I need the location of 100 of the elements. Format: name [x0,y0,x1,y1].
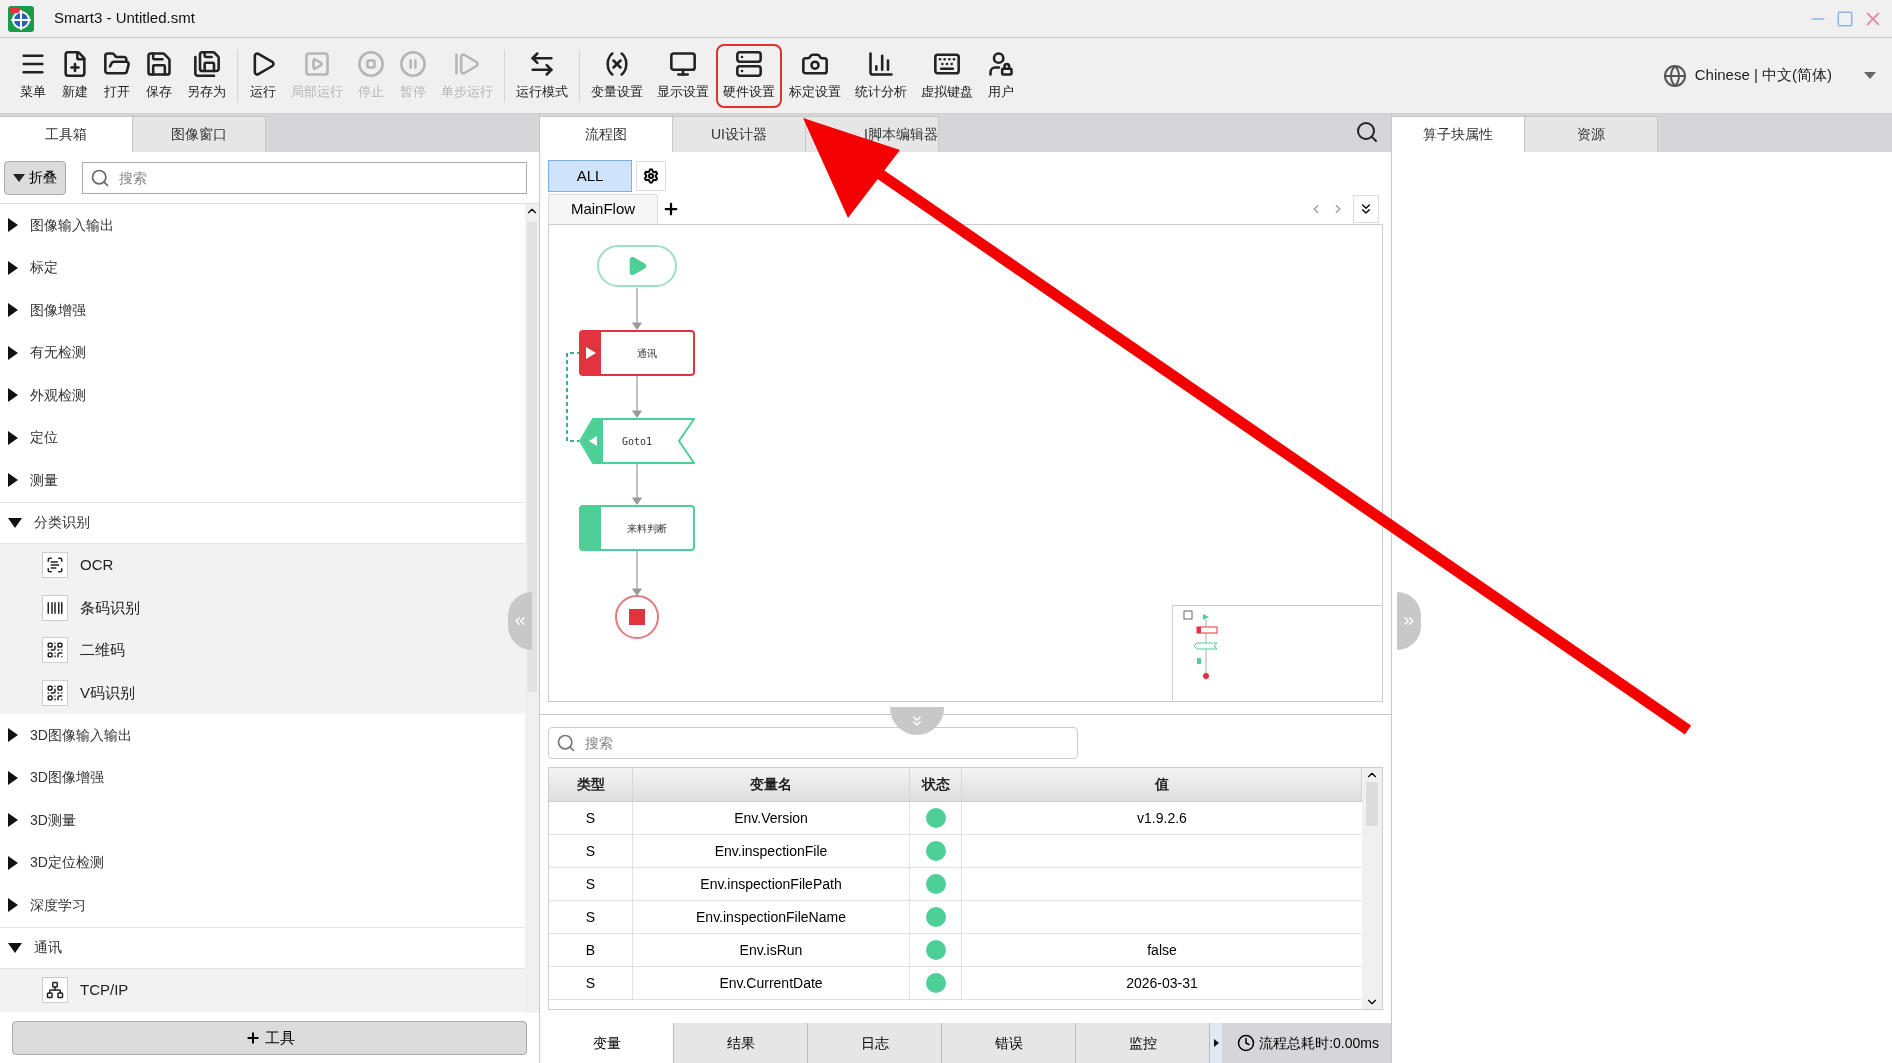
app-logo-icon [8,5,34,32]
flow-tab[interactable]: MainFlow [548,194,658,224]
column-header[interactable]: 变量名 [633,768,910,801]
collapse-button[interactable]: 折叠 [4,160,66,195]
plus-icon [244,1030,261,1046]
table-cell: Env.isRun [633,934,910,966]
tree-item[interactable]: 测量 [0,459,525,502]
monitor-icon [669,49,697,78]
caret-right-icon [8,855,18,870]
arrows-icon [528,49,556,78]
play-square-icon [303,49,331,78]
caret-icon [1864,72,1876,79]
caret-right-icon [8,813,18,828]
caret-right-icon [8,303,18,318]
new-file-icon [61,49,89,78]
scrollbar[interactable] [1362,768,1382,1009]
toolbar-button[interactable]: 虚拟键盘 [914,43,980,108]
tree-item[interactable]: 标定 [0,246,525,289]
tree-item[interactable]: TCP/IP [0,969,525,1012]
toolbar-button[interactable]: 运行 [242,43,284,108]
pause-icon [399,49,427,78]
start-node[interactable] [597,245,677,287]
goto-node[interactable]: Goto1 [579,418,695,464]
process-node[interactable]: 来料判断 [579,505,695,551]
tree-item[interactable]: 图像输入输出 [0,204,525,247]
table-cell: S [549,967,633,999]
toolbar-button[interactable]: 另存为 [180,43,233,108]
column-header[interactable]: 状态 [910,768,962,801]
tree-item[interactable]: 3D图像增强 [0,756,525,799]
tree-item[interactable]: V码识别 [0,671,525,714]
toolbar-button[interactable]: 打开 [96,43,138,108]
tree-item[interactable]: 深度学习 [0,884,525,927]
scrollbar[interactable] [525,204,539,1013]
status-text: 流程总耗时:0.00ms [1259,1033,1379,1053]
settings-icon [643,168,659,184]
language-dropdown[interactable]: Chinese | 中文(简体) [1694,64,1876,87]
caret-right-icon [8,770,18,785]
column-header[interactable]: 类型 [549,768,633,801]
toolbar-button[interactable]: 运行模式 [509,43,575,108]
toolbar-button[interactable]: 硬件设置 [716,43,782,108]
expand-button[interactable] [1353,195,1379,223]
tree-item[interactable]: 有无检测 [0,331,525,374]
scroll-right-icon[interactable] [1210,1023,1222,1063]
search-field[interactable]: 搜索 [82,161,527,194]
tab[interactable]: 图像窗口 [133,116,266,152]
tree-item[interactable]: 二维码 [0,629,525,672]
minimap[interactable] [1172,605,1382,701]
tree-item[interactable]: 外观检测 [0,374,525,417]
tree-item[interactable]: 图像增强 [0,289,525,332]
network-icon [42,977,68,1004]
text-scan-icon [42,552,68,579]
maximize-icon[interactable] [1836,9,1854,28]
tab[interactable]: 结果 [674,1023,808,1063]
tree-item[interactable]: OCR [0,544,525,587]
tab[interactable]: 日志 [808,1023,942,1063]
add-tool-button[interactable]: 工具 [12,1021,527,1055]
search-icon[interactable] [1355,120,1379,144]
add-flow-icon[interactable] [662,200,680,218]
language-icon [1662,63,1687,88]
stop-icon [629,609,645,625]
tree-item[interactable]: 3D图像输入输出 [0,714,525,757]
tree-item[interactable]: 条码识别 [0,586,525,629]
search-field[interactable]: 搜索 [548,727,1078,759]
tree-item[interactable]: 定位 [0,416,525,459]
filter-button[interactable]: ALL [548,160,632,192]
window-title: Smart3 - Untitled.smt [54,8,195,29]
tab[interactable]: 流程图 [540,116,673,152]
settings-button[interactable] [636,161,666,191]
tab[interactable]: 工具箱 [0,116,133,152]
toolbar-button[interactable]: 显示设置 [650,43,716,108]
collapse-handle[interactable] [890,707,944,735]
flow-canvas[interactable]: 通讯 Goto1 来料判断 [548,224,1383,702]
toolbar-button[interactable]: 变量设置 [584,43,650,108]
table-cell-text: v1.9.2.6 [1137,808,1187,828]
caret-right-icon [8,218,18,233]
toolbar-button[interactable]: 保存 [138,43,180,108]
table-cell-text: 2026-03-31 [1126,973,1198,993]
toolbar-button[interactable]: 统计分析 [848,43,914,108]
qr-code-icon [42,637,68,664]
tab[interactable]: 资源 [1525,116,1658,152]
end-node[interactable] [615,595,659,639]
caret-right-icon [8,260,18,275]
table-cell: S [549,835,633,867]
toolbar-button[interactable]: 菜单 [12,43,54,108]
toolbar-button[interactable]: 用户 [980,43,1022,108]
tree-item[interactable]: 3D测量 [0,799,525,842]
tree-item[interactable]: 3D定位检测 [0,841,525,884]
tab[interactable]: UI设计器 [673,116,806,152]
toolbar-button[interactable]: 新建 [54,43,96,108]
tab[interactable]: 变量 [540,1023,674,1063]
table-cell: Env.Version [633,802,910,834]
barcode-icon [42,594,68,621]
toolbar-button[interactable]: 标定设置 [782,43,848,108]
table-cell: S [549,868,633,900]
tab[interactable]: 算子块属性 [1392,116,1525,152]
save-all-icon [192,49,221,78]
tab[interactable]: 监控 [1076,1023,1210,1063]
tab[interactable]: 错误 [942,1023,1076,1063]
scroll-thumb[interactable] [527,222,537,692]
process-node[interactable]: 通讯 [579,330,695,376]
